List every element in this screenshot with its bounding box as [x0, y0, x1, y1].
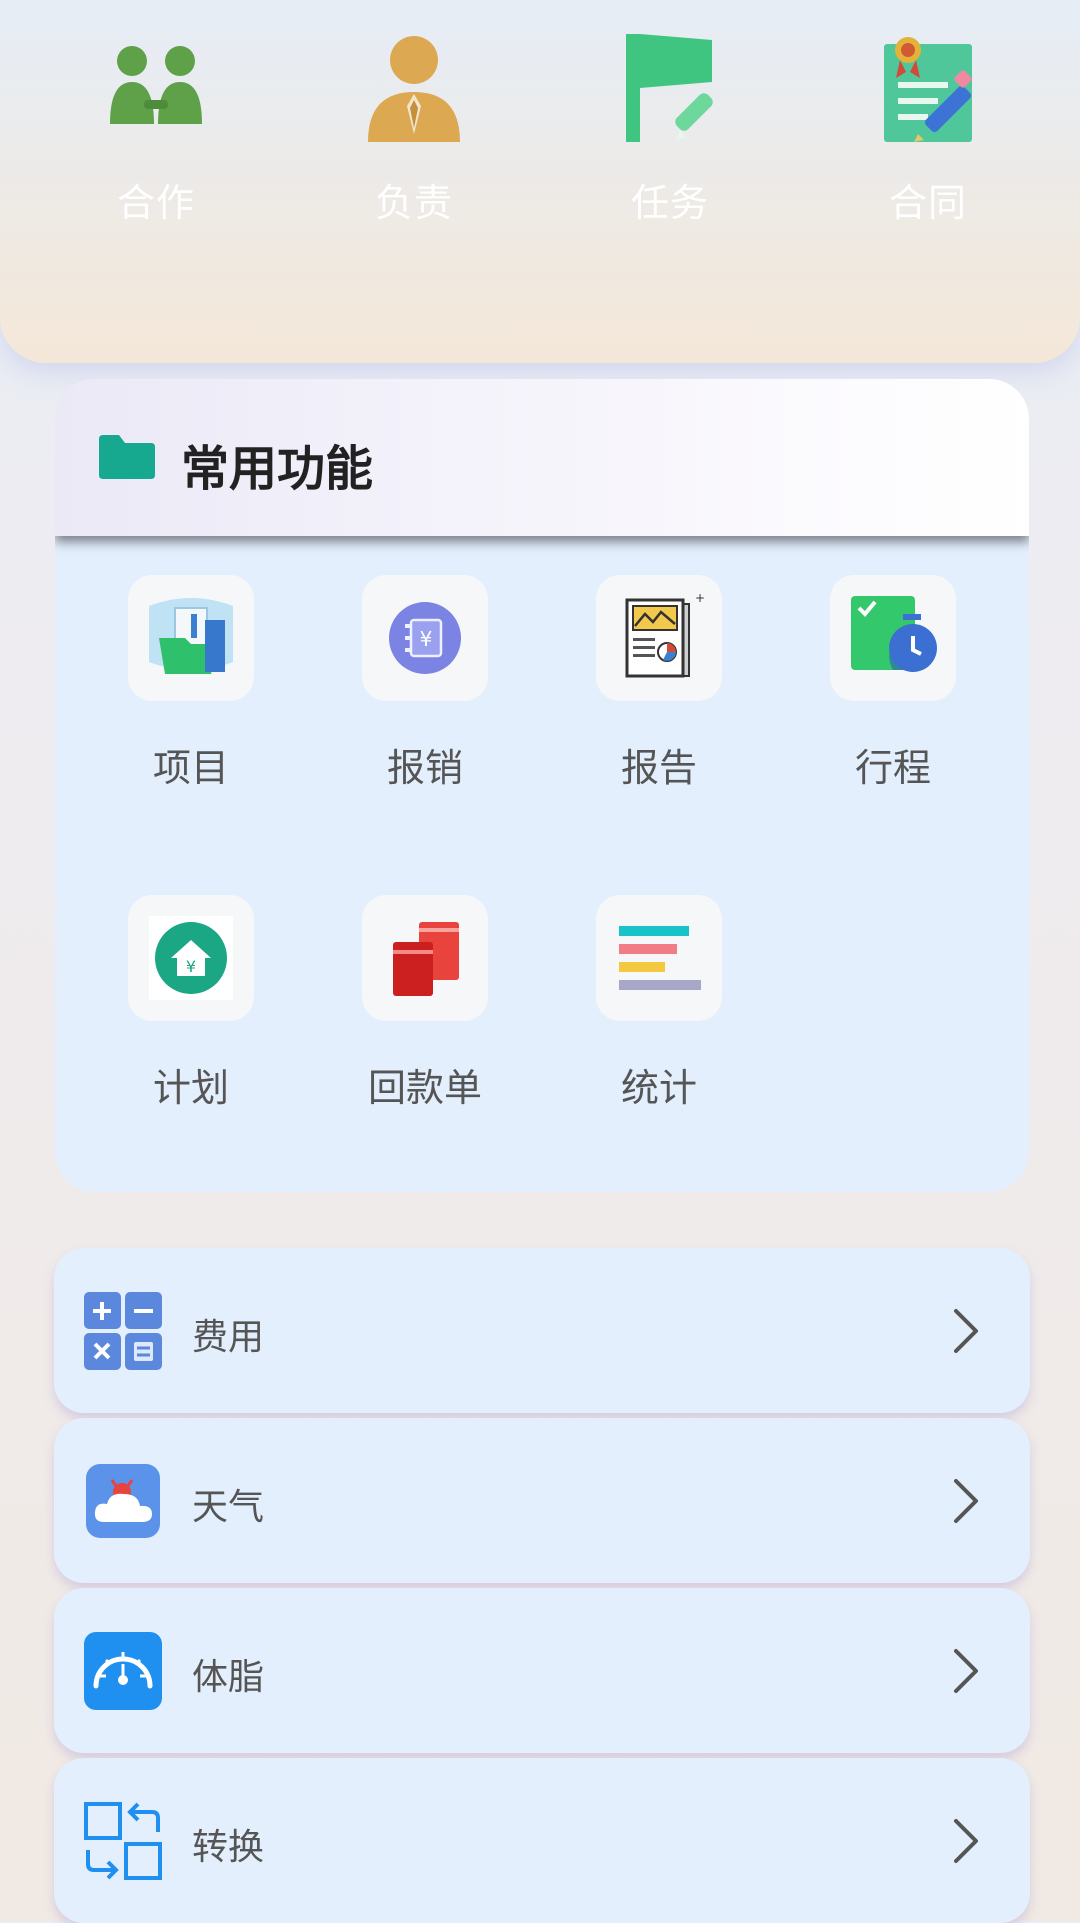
function-item-schedule[interactable]: 行程 [757, 575, 991, 815]
top-header-card: 合作 负责 任务 合同 [0, 0, 1080, 363]
calculator-icon [84, 1292, 162, 1370]
handshake-people-icon [110, 46, 202, 124]
task-flag-icon [626, 34, 713, 142]
function-tile[interactable]: + [596, 575, 722, 701]
function-tile[interactable]: ¥ [128, 895, 254, 1021]
function-item-project[interactable]: 项目 [55, 575, 289, 815]
section-title: 常用功能 [181, 441, 374, 497]
function-item-plan[interactable]: ¥ 计划 [55, 895, 289, 1135]
schedule-clock-icon [851, 596, 937, 672]
statistics-bars-icon [619, 926, 701, 990]
function-item-statistics[interactable]: 统计 [523, 895, 757, 1135]
contract-certificate-icon [884, 37, 972, 142]
nav-item-task[interactable]: 任务 [570, 30, 770, 230]
weather-cloud-icon [86, 1464, 160, 1538]
function-tile[interactable]: ¥ [362, 575, 488, 701]
function-tile[interactable] [830, 575, 956, 701]
list-item-label: 体脂 [192, 1657, 265, 1698]
nav-item-label: 合作 [116, 181, 195, 225]
list-item-label: 天气 [192, 1487, 265, 1528]
function-label: 项目 [152, 746, 229, 790]
common-functions-card: 常用功能 项目 ¥ 报销 + 报告 行程 ¥ 计划 回款单 统计 [55, 379, 1029, 1192]
list-item-convert[interactable]: 转换 [54, 1758, 1030, 1923]
nav-item-responsible[interactable]: 负责 [314, 30, 514, 230]
report-document-icon: + [625, 592, 705, 678]
svg-text:¥: ¥ [420, 627, 433, 651]
function-item-reimburse[interactable]: ¥ 报销 [289, 575, 523, 815]
function-label: 行程 [854, 746, 931, 790]
nav-item-cooperation[interactable]: 合作 [56, 30, 256, 230]
function-label: 报告 [620, 746, 697, 790]
plan-house-icon: ¥ [149, 916, 233, 1000]
project-folder-icon [149, 598, 233, 674]
function-label: 报销 [386, 746, 463, 790]
function-tile[interactable] [128, 575, 254, 701]
function-tile[interactable] [362, 895, 488, 1021]
nav-item-label: 合同 [888, 181, 967, 225]
common-functions-header: 常用功能 [55, 379, 1029, 536]
svg-text:+: + [695, 592, 705, 605]
manager-person-icon [368, 36, 460, 142]
list-item-label: 转换 [192, 1827, 265, 1868]
convert-arrows-icon [84, 1802, 162, 1880]
function-label: 统计 [620, 1066, 697, 1110]
chevron-right-icon [954, 1479, 978, 1523]
chevron-right-icon [954, 1649, 978, 1693]
function-tile[interactable] [596, 895, 722, 1021]
list-item-label: 费用 [192, 1317, 265, 1358]
nav-item-contract[interactable]: 合同 [828, 30, 1028, 230]
folder-icon [99, 435, 155, 479]
function-label: 回款单 [367, 1066, 482, 1110]
function-label: 计划 [152, 1066, 229, 1110]
reimburse-coin-icon: ¥ [389, 602, 461, 674]
function-item-report[interactable]: + 报告 [523, 575, 757, 815]
svg-text:¥: ¥ [186, 957, 196, 976]
chevron-right-icon [954, 1819, 978, 1863]
payment-receipt-icon [393, 922, 459, 996]
chevron-right-icon [954, 1309, 978, 1353]
function-item-payment[interactable]: 回款单 [289, 895, 523, 1135]
list-item-weather[interactable]: 天气 [54, 1418, 1030, 1583]
body-fat-scale-icon [84, 1632, 162, 1710]
nav-item-label: 任务 [630, 181, 709, 225]
nav-item-label: 负责 [374, 181, 453, 225]
list-item-body-fat[interactable]: 体脂 [54, 1588, 1030, 1753]
list-item-expense[interactable]: 费用 [54, 1248, 1030, 1413]
